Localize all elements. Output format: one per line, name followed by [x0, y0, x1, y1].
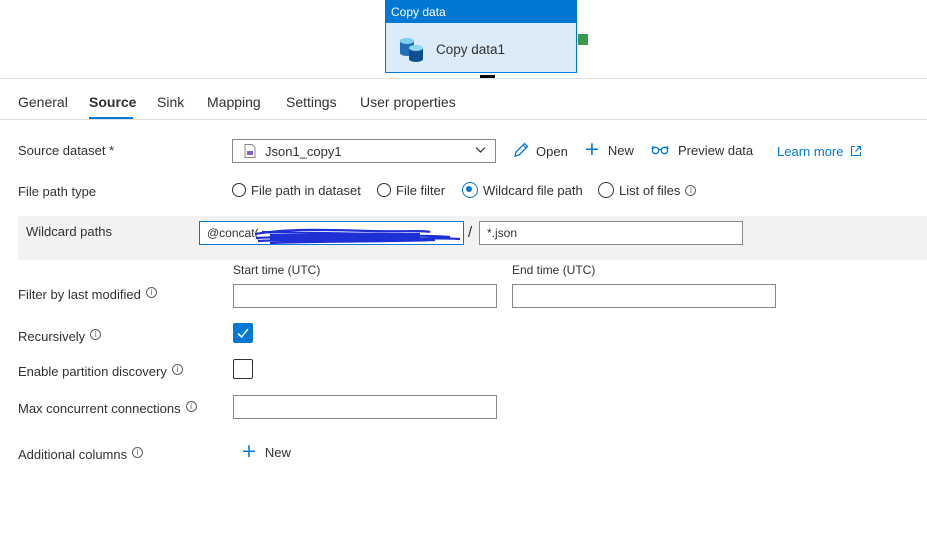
tab-settings[interactable]: Settings [286, 94, 337, 110]
end-time-label: End time (UTC) [512, 263, 596, 277]
start-time-input[interactable] [233, 284, 497, 308]
tab-general[interactable]: General [18, 94, 68, 110]
info-icon[interactable]: i [90, 329, 102, 340]
radio-button[interactable] [377, 183, 391, 197]
radio-file-filter[interactable]: File filter [377, 181, 445, 199]
plus-icon: + [241, 440, 257, 462]
plus-icon: + [584, 138, 600, 160]
wildcard-paths-label: Wildcard paths [26, 224, 112, 239]
info-icon[interactable]: i [685, 184, 697, 196]
additional-columns-label: Additional columns i [18, 447, 144, 462]
copy-data-icon [398, 37, 426, 66]
source-dataset-label: Source dataset * [18, 143, 115, 158]
new-dataset-button[interactable]: + New [584, 138, 634, 160]
file-path-type-label: File path type [18, 184, 97, 199]
chevron-down-icon [475, 144, 486, 158]
panel-top-divider [0, 78, 927, 79]
partition-discovery-label: Enable partition discovery i [18, 364, 183, 379]
radio-button-selected[interactable] [462, 182, 478, 198]
add-column-button[interactable]: + New [241, 440, 291, 462]
activity-body: Copy data1 [386, 23, 576, 73]
wildcard-paths-row [18, 216, 927, 260]
external-link-icon [850, 145, 862, 160]
source-dataset-value: Json1_copy1 [265, 144, 342, 159]
radio-wildcard-file-path[interactable]: Wildcard file path [462, 181, 583, 199]
tab-source[interactable]: Source [89, 94, 136, 110]
pencil-icon [512, 141, 530, 162]
glasses-icon [651, 144, 669, 159]
radio-list-of-files[interactable]: List of files i [598, 181, 697, 199]
end-time-input[interactable] [512, 284, 776, 308]
tabs-divider [0, 119, 927, 120]
radio-button[interactable] [598, 182, 614, 198]
partition-discovery-checkbox[interactable] [233, 359, 253, 379]
required-asterisk: * [109, 143, 115, 158]
radio-file-path-in-dataset[interactable]: File path in dataset [232, 181, 361, 199]
path-separator: / [468, 224, 473, 241]
info-icon[interactable]: i [132, 447, 144, 458]
preview-data-button[interactable]: Preview data [651, 143, 753, 159]
checkmark-icon [237, 328, 249, 339]
wildcard-file-name-input[interactable]: *.json [479, 221, 743, 245]
copy-activity-card[interactable]: Copy data Copy data1 [385, 0, 577, 73]
radio-button[interactable] [232, 183, 246, 197]
json-file-icon [244, 144, 256, 158]
tab-sink[interactable]: Sink [157, 94, 184, 110]
max-connections-label: Max concurrent connections i [18, 401, 197, 416]
open-dataset-button[interactable]: Open [512, 141, 568, 162]
learn-more-link[interactable]: Learn more [777, 144, 862, 160]
tab-mapping[interactable]: Mapping [207, 94, 261, 110]
info-icon[interactable]: i [145, 287, 157, 298]
redaction-scribble [250, 224, 465, 251]
activity-name: Copy data1 [436, 42, 506, 57]
source-dataset-select[interactable]: Json1_copy1 [232, 139, 496, 163]
activity-type-label: Copy data [386, 1, 576, 23]
success-connector-handle[interactable] [578, 34, 588, 45]
info-icon[interactable]: i [171, 364, 183, 375]
tab-user-properties[interactable]: User properties [360, 94, 456, 110]
filter-by-last-modified-label: Filter by last modified i [18, 287, 157, 302]
recursively-label: Recursively i [18, 329, 102, 344]
start-time-label: Start time (UTC) [233, 263, 321, 277]
recursively-checkbox[interactable] [233, 323, 253, 343]
info-icon[interactable]: i [185, 401, 197, 412]
max-connections-input[interactable] [233, 395, 497, 419]
